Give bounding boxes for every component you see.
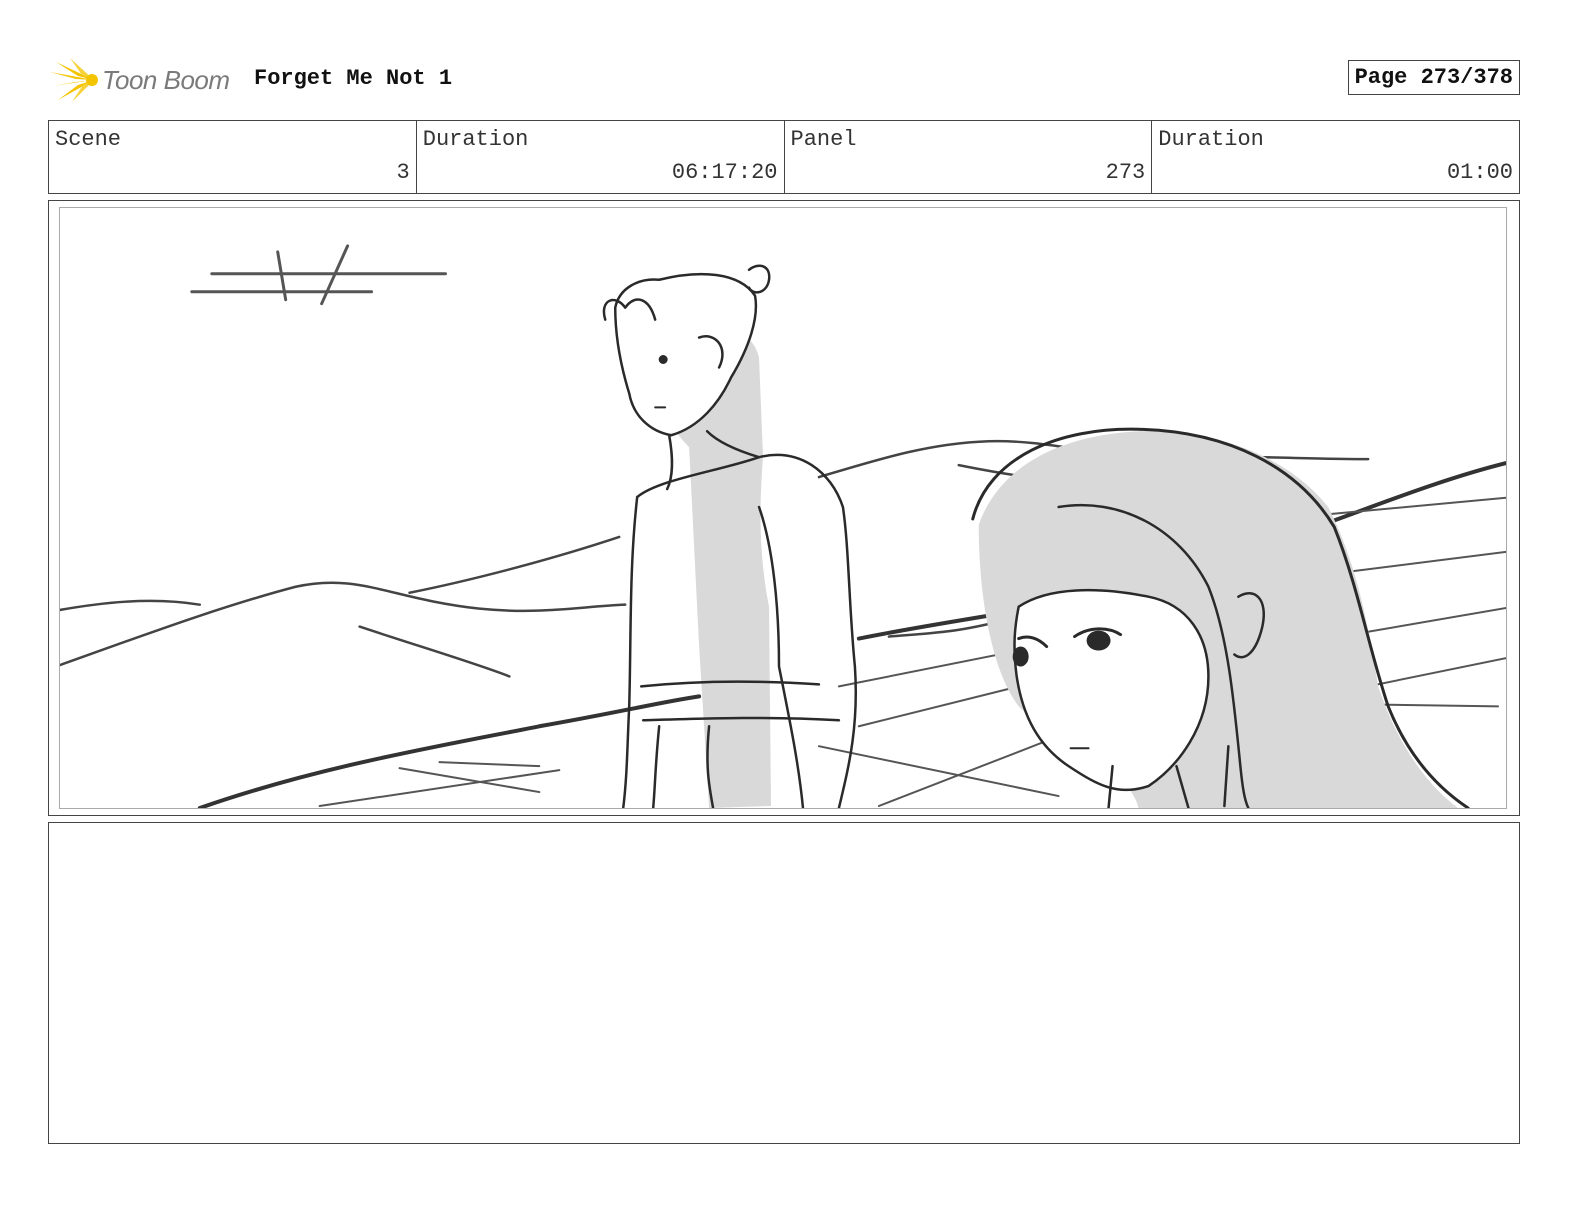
scene-cell: Scene 3 — [49, 121, 417, 193]
scene-duration-cell: Duration 06:17:20 — [417, 121, 785, 193]
panel-label: Panel — [790, 127, 857, 152]
panel-cell: Panel 273 — [785, 121, 1153, 193]
panel-artwork — [59, 207, 1507, 809]
panel-duration-value: 01:00 — [1446, 160, 1513, 185]
scene-duration-label: Duration — [422, 127, 529, 152]
document-title: Forget Me Not 1 — [254, 66, 453, 91]
page-indicator: Page 273/378 — [1347, 60, 1520, 95]
page-header: Toon Boom Forget Me Not 1 Page 273/378 — [48, 56, 1520, 104]
panel-value: 273 — [1105, 160, 1146, 185]
toon-boom-logo: Toon Boom — [48, 56, 230, 104]
foreground-character-sketch — [971, 427, 1470, 808]
scene-value: 3 — [396, 160, 410, 185]
panel-duration-cell: Duration 01:00 — [1152, 121, 1519, 193]
logo-wordmark: Toon Boom — [102, 64, 230, 95]
starburst-logo-icon — [50, 58, 98, 102]
sketch-illustration — [60, 244, 1506, 808]
panel-info-table: Scene 3 Duration 06:17:20 Panel 273 Dura… — [48, 120, 1520, 194]
scene-duration-value: 06:17:20 — [671, 160, 778, 185]
sky-sketch-marks — [190, 244, 447, 306]
panel-duration-label: Duration — [1158, 127, 1264, 152]
standing-character-sketch — [602, 264, 858, 808]
panel-notes-area — [48, 822, 1520, 1144]
storyboard-panel — [48, 200, 1520, 816]
scene-label: Scene — [55, 127, 122, 152]
